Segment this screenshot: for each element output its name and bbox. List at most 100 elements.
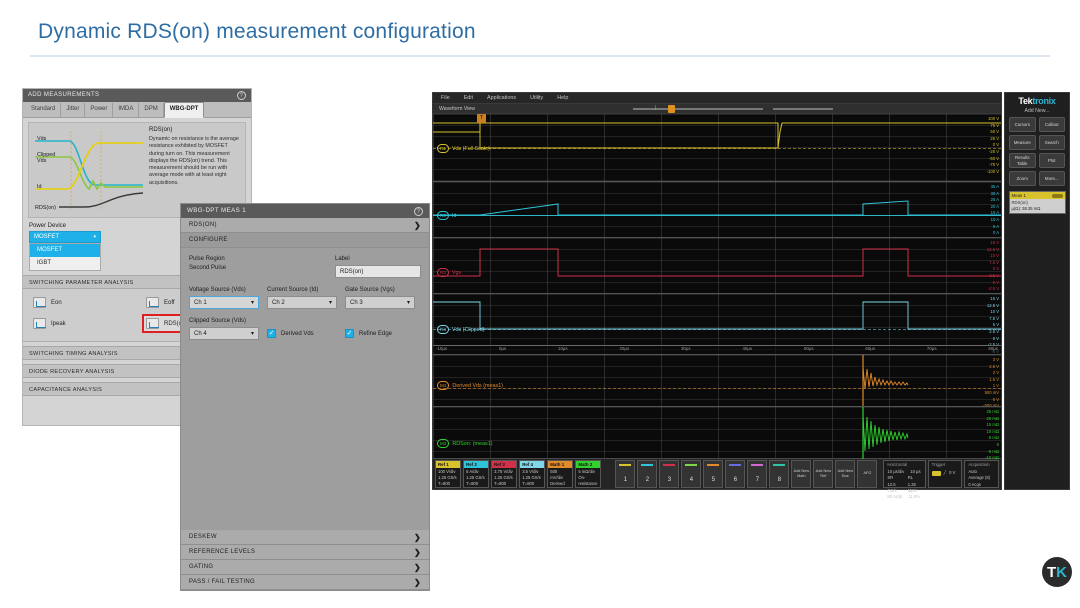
sidebar-button-measure[interactable]: Measure	[1009, 135, 1036, 150]
afg-button[interactable]: AFG	[857, 460, 877, 488]
power-device-select[interactable]: MOSFET ▾	[29, 231, 101, 243]
trace-slice-r3: R3 Vgs 15 V 12.5 V 10 V 7.5 V 5 V 2.5 V …	[433, 238, 1001, 294]
waveform-plot-area[interactable]: T R1 Vds (Full Scale) 100 V 75 V 50 V 25…	[433, 114, 1001, 459]
scale-tick: 0 V	[987, 142, 999, 149]
waveform-badge-math2[interactable]: Math 2 5 mΩ/div On-resistance Rds... Mea…	[575, 460, 601, 488]
waveform-badge-ref3[interactable]: Ref 3 3.75 V/div 1.25 GS/s T=800 µs...	[491, 460, 517, 488]
channel-button-1[interactable]: 1	[615, 460, 635, 488]
chevron-right-icon: ❯	[414, 575, 421, 590]
sidebar-button-callout[interactable]: Callout	[1039, 117, 1066, 132]
row-pass-fail-testing-label: PASS / FAIL TESTING	[189, 575, 255, 590]
row-pass-fail-testing[interactable]: PASS / FAIL TESTING ❯	[181, 575, 429, 590]
row-rdson[interactable]: RDS(ON) ❯	[181, 218, 429, 233]
waveform-badge-ref1[interactable]: Ref 1 100 V/div 1.25 GS/s T=800 µs...	[435, 460, 461, 488]
waveform-badge-ref2[interactable]: Ref 2 5 A/div 1.25 GS/s T=800 µs...	[463, 460, 489, 488]
add-measurements-title: ADD MEASUREMENTS	[28, 89, 99, 102]
menu-applications[interactable]: Applications	[487, 95, 516, 101]
trigger-badge[interactable]: Trigger ╱ 0 V	[928, 460, 963, 488]
measurement-readout-badge[interactable]: Meas 1 RDS(on) µ(Ω): 38.35 mΩ	[1009, 191, 1066, 214]
add-new-math-button[interactable]: Add New Math	[791, 460, 811, 488]
scale-tick: 15 V	[987, 240, 999, 247]
tab-standard[interactable]: Standard	[26, 103, 61, 117]
channel-button-8[interactable]: 8	[769, 460, 789, 488]
row-deskew[interactable]: DESKEW ❯	[181, 530, 429, 545]
scale-tick: -100 V	[987, 169, 999, 176]
trace-slice-r4: R4 Vds (Clipped) 15 V 12.5 V 10 V 7.5 V …	[433, 294, 1001, 355]
scale-tick: 10 A	[989, 217, 999, 224]
tektronix-wordmark: Tektronix	[1018, 96, 1055, 106]
row-rdson-label: RDS(ON)	[189, 218, 217, 233]
trace-label-r4[interactable]: R4 Vds (Clipped)	[437, 325, 485, 334]
zoom-slider-track[interactable]	[633, 108, 763, 110]
waveform-badge-ref4[interactable]: Ref 4 3.5 V/div 1.25 GS/s T=800 µs...	[519, 460, 545, 488]
help-icon[interactable]: ?	[237, 91, 246, 100]
sidebar-button-plot[interactable]: Plot	[1039, 153, 1066, 168]
help-icon[interactable]: ?	[414, 207, 423, 216]
option-mosfet[interactable]: MOSFET	[30, 244, 100, 257]
trace-name-r1: Vds (Full Scale)	[452, 146, 490, 152]
channel-button-5[interactable]: 5	[703, 460, 723, 488]
clipped-source-label: Clipped Source (Vds)	[189, 318, 259, 324]
trace-label-m2[interactable]: M2 RDSon: (meas1)	[437, 439, 493, 448]
trigger-position: 11.8%	[908, 494, 920, 500]
row-gating[interactable]: GATING ❯	[181, 560, 429, 575]
channel-button-3[interactable]: 3	[659, 460, 679, 488]
label-input[interactable]: RDS(on)	[335, 265, 421, 278]
channel-button-4[interactable]: 4	[681, 460, 701, 488]
scale-tick: 2.5 V	[987, 329, 999, 336]
channel-button-6[interactable]: 6	[725, 460, 745, 488]
trace-label-r2[interactable]: R2 Id	[437, 211, 456, 220]
channel-button-2[interactable]: 2	[637, 460, 657, 488]
trace-label-m1[interactable]: M1 Derived Vds (meas1)	[437, 381, 503, 390]
horizontal-badge[interactable]: Horizontal 10 µs/div10 µs SR 12.5 GS/sRL…	[883, 460, 925, 488]
trace-label-r3[interactable]: R3 Vgs	[437, 268, 461, 277]
waveform-badge-math1[interactable]: Math 1 500 mV/div Derived Vds... Meas 1	[547, 460, 573, 488]
scale-tick: 2 V	[983, 370, 999, 377]
wbg-panel-titlebar: WBG-DPT MEAS 1 ?	[181, 204, 429, 218]
refine-edge-checkbox-row[interactable]: ✓ Refine Edge	[345, 329, 415, 340]
tab-imda[interactable]: IMDA	[113, 103, 139, 117]
menu-help[interactable]: Help	[557, 95, 568, 101]
wbg-panel-title: WBG-DPT MEAS 1	[187, 204, 246, 218]
sidebar-button-cursors[interactable]: Cursors	[1009, 117, 1036, 132]
sidebar-button-more[interactable]: More...	[1039, 171, 1066, 186]
option-igbt[interactable]: IGBT	[30, 257, 100, 270]
add-new-ref-button[interactable]: Add New Ref	[813, 460, 833, 488]
channel-button-7[interactable]: 7	[747, 460, 767, 488]
sidebar-button-search[interactable]: Search	[1039, 135, 1066, 150]
pan-slider-track[interactable]	[773, 108, 833, 110]
menu-file[interactable]: File	[441, 95, 450, 101]
voltage-source-select[interactable]: Ch 1 ▾	[189, 296, 259, 309]
meas-button-eon[interactable]: Eon	[31, 295, 130, 310]
tab-power[interactable]: Power	[85, 103, 113, 117]
acquisition-badge[interactable]: Acquisition Auto Average (8) 0 Acqs	[964, 460, 999, 488]
trace-slice-r2: R2 Id 35 A 30 A 25 A 20 A 15 A 10 A 5 A …	[433, 182, 1001, 238]
tab-dpm[interactable]: DPM	[139, 103, 163, 117]
pulse-region-value[interactable]: Second Pulse	[189, 265, 226, 271]
row-configure[interactable]: CONFIGURE	[181, 233, 429, 248]
tab-jitter[interactable]: Jitter	[61, 103, 85, 117]
gate-source-select[interactable]: Ch 3 ▾	[345, 296, 415, 309]
tab-wbg-dpt[interactable]: WBG-DPT	[164, 102, 205, 118]
meas-button-ipeak[interactable]: Ipeak	[31, 316, 130, 331]
scale-labels-r2: 35 A 30 A 25 A 20 A 15 A 10 A 5 A 0 A -5…	[989, 184, 999, 238]
derived-vds-checkbox-row[interactable]: ✓ Derived Vds	[267, 329, 337, 340]
trace-label-r1[interactable]: R1 Vds (Full Scale)	[437, 144, 490, 153]
sidebar-button-results-table[interactable]: Results Table	[1009, 153, 1036, 168]
badge-line: T=800 µs...	[438, 481, 458, 488]
scale-tick: 7.5 V	[987, 260, 999, 267]
horizontal-badge-title: Horizontal	[887, 462, 921, 468]
clipped-source-select[interactable]: Ch 4 ▾	[189, 327, 259, 340]
menu-utility[interactable]: Utility	[530, 95, 543, 101]
row-reference-levels[interactable]: REFERENCE LEVELS ❯	[181, 545, 429, 560]
trigger-marker[interactable]: T	[477, 114, 486, 123]
time-tick: 0µs	[499, 346, 506, 354]
trigger-level: 0 V	[949, 470, 955, 476]
menu-edit[interactable]: Edit	[464, 95, 473, 101]
current-source-select[interactable]: Ch 2 ▾	[267, 296, 337, 309]
zoom-slider-handle[interactable]	[668, 105, 675, 113]
scope-right-sidebar: Tektronix Add New... Cursors Callout Mea…	[1004, 92, 1070, 490]
sidebar-button-zoom[interactable]: Zoom	[1009, 171, 1036, 186]
chevron-down-icon: ▾	[93, 234, 96, 240]
add-new-bus-button[interactable]: Add New Bus	[835, 460, 855, 488]
